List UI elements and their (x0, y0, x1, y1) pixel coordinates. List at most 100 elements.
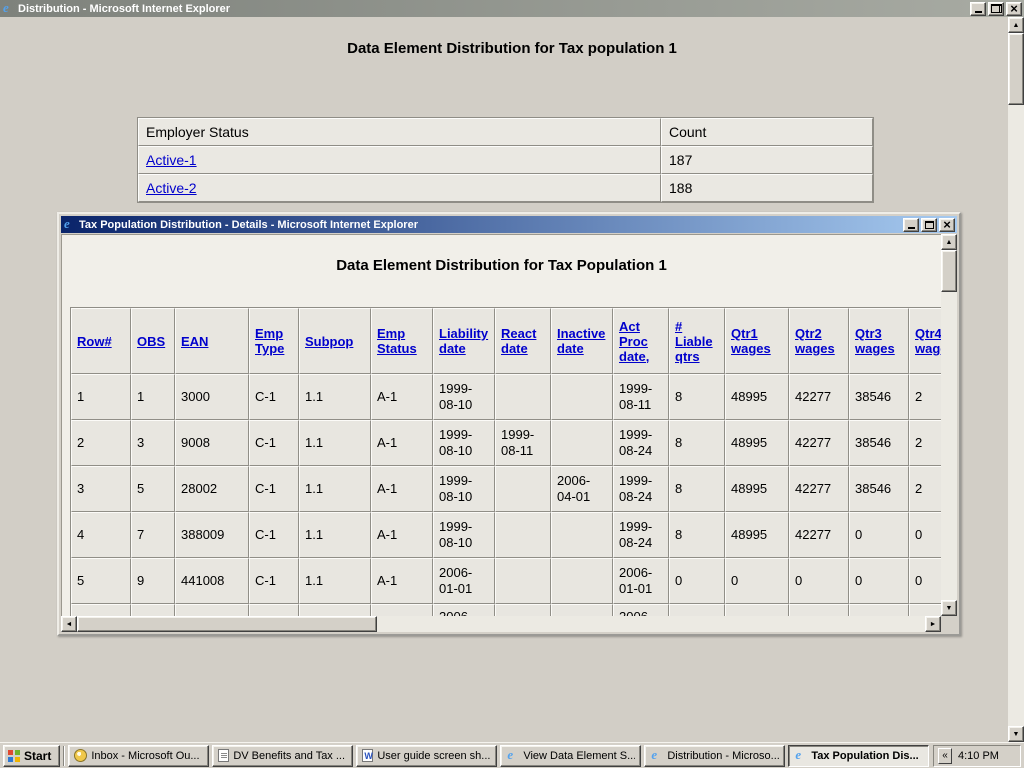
column-sort-link[interactable]: Qtr2 wages (795, 326, 835, 356)
detail-cell: 8 (669, 466, 725, 512)
column-sort-link[interactable]: # Liable qtrs (675, 319, 713, 364)
column-sort-link[interactable]: Qtr4 wages (915, 326, 941, 356)
column-sort-link[interactable]: Qtr3 wages (855, 326, 895, 356)
detail-cell: 9008 (175, 420, 249, 466)
status-link[interactable]: Active-2 (146, 180, 197, 196)
minimize-button[interactable] (970, 2, 986, 16)
detail-column-header: Inactive date (551, 308, 613, 374)
close-button[interactable] (1006, 2, 1022, 16)
detail-cell: 0 (909, 558, 941, 604)
detail-cell: 48995 (725, 512, 789, 558)
scroll-down-button[interactable] (1008, 726, 1024, 742)
detail-cell: 2 (909, 466, 941, 512)
scroll-left-button[interactable] (61, 616, 77, 632)
ie-icon (650, 749, 663, 762)
restore-icon (991, 4, 1002, 13)
taskbar-task[interactable]: User guide screen sh... (356, 745, 497, 767)
detail-cell: C-1 (249, 558, 299, 604)
detail-cell: 42277 (789, 466, 849, 512)
taskbar-task[interactable]: Tax Population Dis... (788, 745, 929, 767)
detail-cell: 4 (71, 512, 131, 558)
detail-cell: 441008 (175, 558, 249, 604)
scroll-thumb[interactable] (941, 250, 957, 292)
taskbar-task[interactable]: Inbox - Microsoft Ou... (68, 745, 209, 767)
detail-vertical-scrollbar[interactable] (941, 234, 957, 616)
detail-cell: 7 (131, 512, 175, 558)
scroll-up-button[interactable] (941, 234, 957, 250)
tray-chevron-button[interactable]: « (938, 748, 952, 764)
detail-cell: 8 (669, 374, 725, 420)
main-vertical-scrollbar[interactable] (1008, 17, 1024, 742)
detail-cell: 48995 (725, 466, 789, 512)
detail-cell (495, 466, 551, 512)
employer-table-header-row: Employer Status Count (138, 118, 873, 146)
column-sort-link[interactable]: Liability date (439, 326, 488, 356)
employer-status-column-header: Employer Status (138, 118, 661, 146)
detail-cell: 48995 (725, 374, 789, 420)
column-sort-link[interactable]: Act Proc date, (619, 319, 649, 364)
detail-cell: 1999-08-10 (433, 466, 495, 512)
maximize-icon (925, 221, 934, 229)
close-button[interactable] (939, 218, 955, 232)
detail-cell: 0 (725, 558, 789, 604)
detail-horizontal-scrollbar[interactable] (61, 616, 941, 632)
detail-cell: 1.1 (299, 512, 371, 558)
detail-cell: 1.1 (299, 420, 371, 466)
detail-cell: 1.1 (299, 558, 371, 604)
start-button[interactable]: Start (3, 745, 60, 767)
table-row: Active-1 187 (138, 146, 873, 174)
scroll-down-button[interactable] (941, 600, 957, 616)
column-sort-link[interactable]: Emp Type (255, 326, 284, 356)
scroll-thumb[interactable] (77, 616, 377, 632)
detail-cell (249, 604, 299, 616)
detail-row: 239008C-11.1A-11999-08-101999-08-111999-… (71, 420, 941, 466)
column-sort-link[interactable]: React date (501, 326, 536, 356)
table-row: Active-2 188 (138, 174, 873, 202)
scroll-track[interactable] (77, 616, 925, 632)
detail-cell: A-1 (371, 512, 433, 558)
detail-cell: 42277 (789, 374, 849, 420)
detail-cell (495, 374, 551, 420)
column-sort-link[interactable]: Inactive date (557, 326, 605, 356)
scroll-right-button[interactable] (925, 616, 941, 632)
detail-cell: A-1 (371, 558, 433, 604)
detail-cell: 38546 (849, 420, 909, 466)
detail-window-body: Data Element Distribution for Tax Popula… (61, 234, 957, 632)
taskbar-task[interactable]: View Data Element S... (500, 745, 641, 767)
detail-cell: 2 (909, 420, 941, 466)
detail-cell: 8 (669, 512, 725, 558)
detail-cell: 1 (71, 374, 131, 420)
detail-cell: C-1 (249, 374, 299, 420)
taskbar-task[interactable]: Distribution - Microso... (644, 745, 785, 767)
detail-cell: 0 (909, 512, 941, 558)
detail-cell: 0 (789, 558, 849, 604)
column-sort-link[interactable]: Qtr1 wages (731, 326, 771, 356)
scroll-thumb[interactable] (1008, 33, 1024, 105)
minimize-button[interactable] (903, 218, 919, 232)
detail-cell (175, 604, 249, 616)
scroll-track[interactable] (941, 250, 957, 600)
scroll-track[interactable] (1008, 33, 1024, 726)
column-sort-link[interactable]: OBS (137, 334, 165, 349)
column-sort-link[interactable]: Row# (77, 334, 112, 349)
detail-cell: 1.1 (299, 374, 371, 420)
restore-button[interactable] (988, 2, 1004, 16)
column-sort-link[interactable]: Emp Status (377, 326, 417, 356)
column-sort-link[interactable]: Subpop (305, 334, 353, 349)
detail-cell: 2006 (613, 604, 669, 616)
column-sort-link[interactable]: EAN (181, 334, 208, 349)
minimize-icon (975, 11, 982, 13)
detail-cell: 1999-08-10 (433, 512, 495, 558)
tray-clock: 4:10 PM (958, 750, 999, 762)
detail-cell: 28002 (175, 466, 249, 512)
status-link[interactable]: Active-1 (146, 152, 197, 168)
windows-logo-icon (8, 750, 20, 762)
detail-cell: 1999-08-11 (495, 420, 551, 466)
status-cell: Active-1 (138, 146, 661, 174)
scroll-up-button[interactable] (1008, 17, 1024, 33)
maximize-button[interactable] (921, 218, 937, 232)
close-icon (943, 216, 951, 234)
taskbar-task[interactable]: DV Benefits and Tax ... (212, 745, 353, 767)
status-cell: Active-2 (138, 174, 661, 202)
detail-cell: 1999-08-24 (613, 512, 669, 558)
